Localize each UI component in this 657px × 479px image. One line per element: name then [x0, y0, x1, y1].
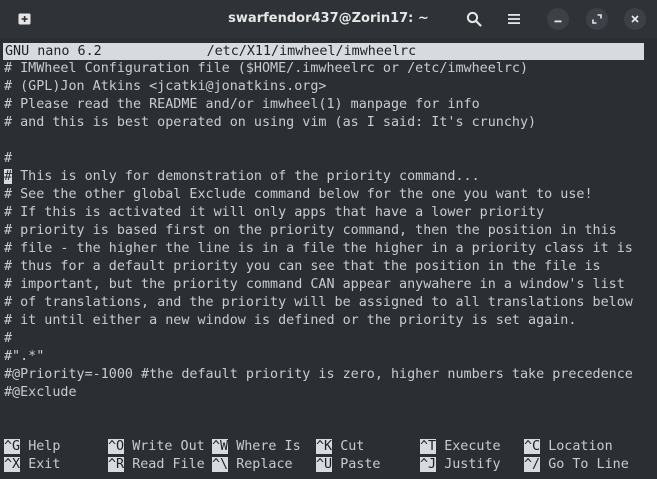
shortcut-exit[interactable]: ^X Exit — [4, 456, 60, 474]
shortcut-cut[interactable]: ^K Cut — [316, 438, 364, 456]
title-bar: swarfendor437@Zorin17: ~ — [0, 0, 657, 38]
file-line: #@Priority=-1000 #the default priority i… — [4, 367, 633, 382]
file-line: # thus for a default priority you can se… — [4, 259, 601, 274]
file-line: # priority is based first on the priorit… — [4, 223, 617, 238]
file-line: # of translations, and the priority will… — [4, 295, 633, 310]
shortcut-go-to-line[interactable]: ^/ Go To Line — [524, 456, 629, 474]
shortcut-where-is[interactable]: ^W Where Is — [212, 438, 301, 456]
shortcut-read-file[interactable]: ^R Read File — [108, 456, 205, 474]
file-line: # Please read the README and/or imwheel(… — [4, 97, 480, 112]
file-line: #".*" — [4, 349, 45, 364]
file-line: # See the other global Exclude command b… — [4, 187, 593, 202]
minimize-icon[interactable] — [547, 8, 569, 30]
shortcut-help[interactable]: ^G Help — [4, 438, 60, 456]
nano-filename: /etc/X11/imwheel/imwheelrc — [206, 44, 417, 59]
shortcut-location[interactable]: ^C Location — [524, 438, 613, 456]
shortcut-write-out[interactable]: ^O Write Out — [108, 438, 205, 456]
file-line-cursor: # This is only for demonstration of the … — [4, 169, 480, 184]
file-line: # (GPL)Jon Atkins <jcatki@jonatkins.org> — [4, 79, 327, 94]
shortcut-justify[interactable]: ^J Justify — [420, 456, 501, 474]
text-cursor: # — [4, 169, 13, 184]
hamburger-menu-icon[interactable] — [503, 8, 525, 30]
close-icon[interactable] — [624, 8, 646, 30]
new-tab-icon[interactable] — [14, 8, 36, 30]
maximize-icon[interactable] — [586, 8, 608, 30]
nano-version: GNU nano 6.2 — [5, 44, 102, 59]
terminal-area[interactable]: GNU nano 6.2 /etc/X11/imwheel/imwheelrc … — [0, 43, 657, 479]
file-line: # IMWheel Configuration file ($HOME/.imw… — [4, 61, 529, 76]
file-line: #@Exclude — [4, 385, 77, 400]
shortcut-paste[interactable]: ^U Paste — [316, 456, 381, 474]
file-line: # and this is best operated on using vim… — [4, 115, 537, 130]
shortcut-replace[interactable]: ^\ Replace — [212, 456, 293, 474]
terminal-window: swarfendor437@Zorin17: ~ GNU nano 6.2 /e… — [0, 0, 657, 479]
file-line: # — [4, 331, 13, 346]
file-line: # If this is activated it will only apps… — [4, 205, 545, 220]
nano-header: GNU nano 6.2 /etc/X11/imwheel/imwheelrc — [3, 43, 644, 60]
file-line: # important, but the priority command CA… — [4, 277, 625, 292]
file-line: # file - the higher the line is in a fil… — [4, 241, 633, 256]
shortcut-execute[interactable]: ^T Execute — [420, 438, 501, 456]
file-line: # it until either a new window is define… — [4, 313, 577, 328]
file-line: # — [4, 151, 13, 166]
search-icon[interactable] — [463, 8, 485, 30]
